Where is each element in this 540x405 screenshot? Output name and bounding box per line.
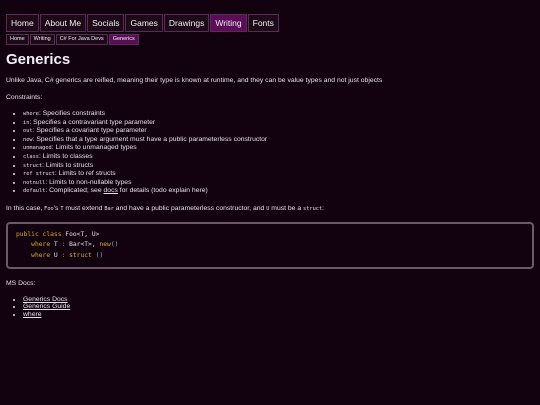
case-text: and have a public parameterless construc… bbox=[113, 204, 267, 212]
code-text: T bbox=[50, 241, 62, 249]
code-keyword: where bbox=[31, 241, 51, 249]
case-text: must be a bbox=[269, 204, 304, 212]
code-text: Foo<T, U> bbox=[61, 230, 100, 238]
list-item: where bbox=[23, 311, 534, 319]
list-item: in: Specifies a contravariant type param… bbox=[23, 119, 534, 128]
list-item: ref struct: Limits to ref structs bbox=[23, 170, 534, 179]
case-code: struct bbox=[303, 205, 323, 212]
nav-games[interactable]: Games bbox=[125, 14, 163, 32]
constraint-code: out bbox=[23, 128, 33, 135]
constraint-code: where bbox=[23, 111, 39, 117]
msdocs-label: MS Docs: bbox=[6, 279, 36, 287]
where-link[interactable]: where bbox=[23, 311, 42, 318]
nav-about-me[interactable]: About Me bbox=[39, 14, 87, 32]
constraint-text: : Limits to non-nullable types bbox=[45, 178, 132, 186]
nav-socials[interactable]: Socials bbox=[87, 14, 125, 32]
case-text: must extend bbox=[63, 204, 105, 212]
code-block: public class Foo<T, U> where T : Bar<T>,… bbox=[6, 221, 534, 269]
breadcrumb: Home Writing C# For Java Devs Generics bbox=[6, 34, 534, 45]
code-paren: () bbox=[110, 241, 119, 249]
code-keyword: public class bbox=[16, 230, 62, 238]
list-item: Generics Docs bbox=[23, 296, 534, 304]
constraint-text-tail: for details (todo explain here) bbox=[117, 187, 208, 195]
generics-guide-link[interactable]: Generics Guide bbox=[23, 303, 70, 310]
list-item: new: Specifies that a type argument must… bbox=[23, 136, 534, 145]
code-keyword: struct bbox=[65, 251, 96, 259]
list-item: where: Specifies constraints bbox=[23, 110, 534, 119]
constraint-text: : Limits to classes bbox=[38, 152, 93, 160]
breadcrumb-csharp-for-java-devs[interactable]: C# For Java Devs bbox=[55, 34, 108, 45]
list-item: Generics Guide bbox=[23, 303, 534, 311]
constraint-code: notnull bbox=[23, 179, 46, 186]
code-keyword: new bbox=[99, 241, 111, 249]
constraint-text: : Specifies constraints bbox=[38, 110, 106, 117]
nav-fonts[interactable]: Fonts bbox=[247, 14, 279, 32]
breadcrumb-generics[interactable]: Generics bbox=[108, 34, 139, 45]
list-item: default: Complicated; see docs for detai… bbox=[23, 187, 534, 196]
list-item: out: Specifies a covariant type paramete… bbox=[23, 127, 534, 136]
nav-home[interactable]: Home bbox=[6, 14, 39, 32]
constraint-text: : Limits to ref structs bbox=[54, 170, 116, 178]
constraint-code: class bbox=[23, 153, 39, 160]
list-item: unmanaged: Limits to unmanaged types bbox=[23, 144, 534, 153]
constraint-text: : Limits to unmanaged types bbox=[51, 144, 137, 152]
code-keyword: where bbox=[31, 251, 51, 259]
constraint-text: : Specifies a covariant type parameter bbox=[32, 127, 147, 135]
constraint-code: struct bbox=[23, 162, 43, 169]
constraint-code: ref struct bbox=[23, 171, 55, 178]
constraint-code: unmanaged bbox=[23, 145, 52, 152]
case-text: : bbox=[322, 204, 325, 212]
constraint-code: default bbox=[23, 188, 46, 195]
page-title: Generics bbox=[6, 51, 71, 68]
constraint-code: new bbox=[23, 136, 33, 143]
case-code: Foo bbox=[44, 205, 54, 212]
docs-link[interactable]: docs bbox=[104, 187, 118, 194]
page: Home About Me Socials Games Drawings Wri… bbox=[0, 0, 540, 319]
constraint-text: : Limits to structs bbox=[42, 161, 94, 169]
constraint-text: : Specifies that a type argument must ha… bbox=[32, 135, 268, 143]
list-item: class: Limits to classes bbox=[23, 153, 534, 162]
case-code: Bar bbox=[104, 205, 114, 212]
msdocs-list: Generics Docs Generics Guide where bbox=[6, 296, 534, 319]
breadcrumb-writing[interactable]: Writing bbox=[29, 34, 55, 45]
generics-docs-link[interactable]: Generics Docs bbox=[23, 296, 68, 303]
nav-writing[interactable]: Writing bbox=[210, 14, 247, 32]
top-nav: Home About Me Socials Games Drawings Wri… bbox=[6, 14, 534, 32]
breadcrumb-home[interactable]: Home bbox=[6, 34, 29, 45]
code-paren: () bbox=[95, 251, 104, 259]
intro-paragraph: Unlike Java, C# generics are reified, me… bbox=[6, 77, 383, 84]
constraint-text: : Complicated; see bbox=[45, 187, 104, 195]
code-text: U bbox=[50, 251, 62, 259]
nav-drawings[interactable]: Drawings bbox=[163, 14, 210, 32]
constraints-list: where: Specifies constraints in: Specifi… bbox=[6, 110, 534, 196]
case-description: In this case, Foo's T must extend Bar an… bbox=[6, 204, 534, 214]
list-item: notnull: Limits to non-nullable types bbox=[23, 179, 534, 188]
list-item: struct: Limits to structs bbox=[23, 162, 534, 171]
constraint-text: : Specifies a contravariant type paramet… bbox=[29, 118, 156, 126]
case-text: In this case, bbox=[6, 204, 45, 212]
constraints-label: Constraints: bbox=[6, 94, 43, 101]
code-text: Bar<T>, bbox=[65, 241, 100, 249]
